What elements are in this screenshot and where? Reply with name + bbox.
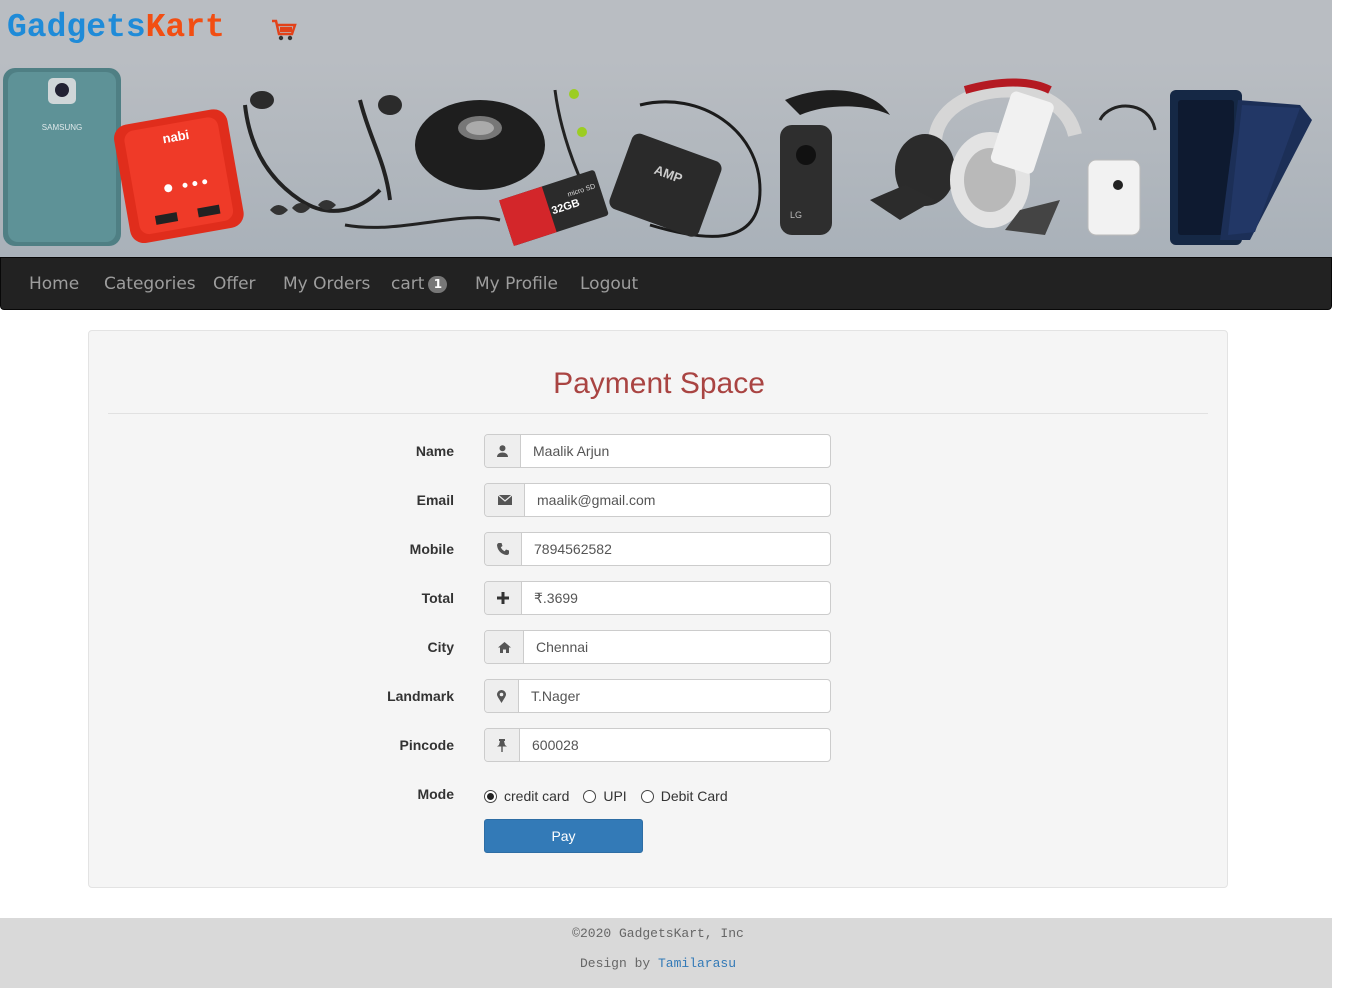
pay-button[interactable]: Pay [484, 819, 643, 853]
radio-button[interactable] [583, 789, 597, 803]
city-input-group: Chennai [484, 630, 831, 664]
brand-name-part1: Gadgets [7, 9, 146, 46]
name-field[interactable]: Maalik Arjun [521, 435, 830, 467]
brand-logo[interactable]: GadgetsKart [7, 8, 225, 48]
radio-button[interactable] [640, 789, 654, 803]
design-credit: Design by Tamilarasu [0, 956, 1316, 971]
svg-text:LG: LG [790, 210, 802, 220]
nav-categories[interactable]: Categories [104, 258, 196, 310]
phone-icon [485, 533, 522, 565]
designer-link[interactable]: Tamilarasu [658, 956, 736, 971]
name-label: Name [415, 443, 454, 459]
landmark-field[interactable]: T.Nager [519, 680, 830, 712]
header-banner: GadgetsKart SAMSUNG nabi 32GB micro SD A… [0, 0, 1332, 257]
email-field[interactable]: maalik@gmail.com [525, 484, 830, 516]
nav-my-orders[interactable]: My Orders [283, 258, 370, 310]
mode-upi-option[interactable]: UPI [583, 788, 627, 804]
total-label: Total [421, 590, 454, 606]
svg-text:SAMSUNG: SAMSUNG [42, 123, 82, 132]
mobile-field[interactable]: 7894562582 [522, 533, 830, 565]
pincode-field[interactable]: 600028 [520, 729, 830, 761]
nav-offer[interactable]: Offer [213, 258, 256, 310]
gadgets-banner-image: SAMSUNG nabi 32GB micro SD AMP LG [3, 68, 1312, 247]
map-marker-icon [485, 680, 519, 712]
mobile-label: Mobile [409, 541, 454, 557]
radio-button[interactable] [484, 789, 497, 803]
city-field[interactable]: Chennai [524, 631, 830, 663]
name-input-group: Maalik Arjun [484, 434, 831, 468]
page-title: Payment Space [553, 367, 765, 400]
pushpin-icon [485, 729, 520, 761]
pincode-input-group: 600028 [484, 728, 831, 762]
pincode-label: Pincode [399, 737, 454, 753]
payment-panel: Payment Space Name Maalik Arjun Email ma… [88, 330, 1228, 888]
email-label: Email [416, 492, 454, 508]
brand-name-part2: Kart [145, 9, 225, 46]
nav-home[interactable]: Home [29, 258, 79, 310]
mode-debit-card-option[interactable]: Debit Card [640, 788, 728, 804]
plus-icon [485, 582, 522, 614]
city-label: City [427, 639, 454, 655]
landmark-input-group: T.Nager [484, 679, 831, 713]
mode-option-label: Debit Card [660, 788, 728, 804]
envelope-icon [485, 484, 525, 516]
mode-label: Mode [417, 786, 454, 802]
mode-credit-card-option[interactable]: credit card [484, 788, 569, 804]
copyright-text: ©2020 GadgetsKart, Inc [572, 926, 744, 941]
mode-option-label: UPI [603, 788, 627, 804]
user-icon [485, 435, 521, 467]
total-input-group: ₹.3699 [484, 581, 831, 615]
landmark-label: Landmark [387, 688, 454, 704]
nav-cart-label: cart [391, 274, 425, 294]
total-field[interactable]: ₹.3699 [522, 582, 830, 614]
home-icon [485, 631, 524, 663]
nav-logout[interactable]: Logout [580, 258, 638, 310]
email-input-group: maalik@gmail.com [484, 483, 831, 517]
shopping-cart-icon [272, 19, 297, 41]
payment-mode-group: credit card UPI Debit Card [484, 786, 742, 806]
nav-cart[interactable]: cart 1 [391, 258, 448, 310]
mode-option-label: credit card [504, 788, 570, 804]
mobile-input-group: 7894562582 [484, 532, 831, 566]
nav-my-profile[interactable]: My Profile [475, 258, 558, 310]
top-navbar: Home Categories Offer My Orders cart 1 My… [0, 257, 1332, 310]
design-by-label: Design by [579, 956, 651, 971]
footer: ©2020 GadgetsKart, Inc Design by Tamilar… [0, 918, 1332, 988]
title-divider [108, 413, 1208, 414]
cart-count-badge: 1 [428, 275, 448, 293]
